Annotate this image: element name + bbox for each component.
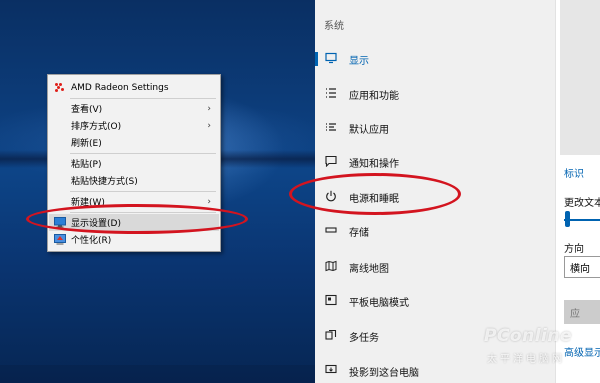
menu-item-refresh[interactable]: 刷新(E) [49,134,219,151]
tablet-icon [324,293,338,307]
desktop-bottom-shade [0,365,315,383]
nav-item-label: 离线地图 [349,263,389,275]
orientation-value: 横向 [570,263,590,275]
nav-item-label: 显示 [349,55,369,67]
project-icon [324,363,338,377]
menu-item-label: 粘贴(P) [71,160,102,170]
menu-item-label: 个性化(R) [71,236,112,246]
menu-item-sort[interactable]: 排序方式(O) › [49,117,219,134]
watermark-brand: PConline [484,326,573,346]
nav-item-label: 默认应用 [349,124,389,136]
nav-item-label: 存储 [349,227,369,239]
nav-item-label: 投影到这台电脑 [349,367,419,379]
menu-item-label: AMD Radeon Settings [71,82,169,93]
apply-button-label: 应 [570,308,580,320]
menu-separator [70,153,216,154]
amd-icon [55,83,65,93]
nav-item-label: 多任务 [349,332,379,344]
orientation-select[interactable]: 横向 [564,256,600,278]
nav-item-display[interactable]: 显示 [315,48,555,70]
list-icon [324,120,338,134]
menu-item-label: 查看(V) [71,105,103,115]
watermark-subtitle: 太平洋电脑网 [487,354,565,365]
menu-item-view[interactable]: 查看(V) › [49,100,219,117]
menu-item-paste[interactable]: 粘贴(P) [49,155,219,172]
list-icon [324,86,338,100]
nav-item-notifications[interactable]: 通知和操作 [315,151,555,173]
settings-heading: 系统 [324,21,344,32]
menu-separator [70,98,216,99]
multitask-icon [324,328,338,342]
nav-item-label: 应用和功能 [349,90,399,102]
menu-item-amd-radeon-settings[interactable]: AMD Radeon Settings [49,79,219,96]
map-icon [324,259,338,273]
annotation-oval-power-sleep [289,173,461,215]
nav-item-apps-features[interactable]: 应用和功能 [315,83,555,105]
text-size-slider-thumb[interactable] [565,211,570,227]
menu-item-label: 粘贴快捷方式(S) [71,177,138,187]
submenu-arrow-icon: › [207,120,211,131]
annotation-oval-display-settings [26,204,248,234]
chat-icon [324,154,338,168]
pconline-watermark: PConline 太平洋电脑网 [484,326,600,383]
nav-item-tablet-mode[interactable]: 平板电脑模式 [315,290,555,312]
apply-button[interactable]: 应 [564,300,600,324]
nav-item-label: 平板电脑模式 [349,297,409,309]
menu-item-label: 刷新(E) [71,139,102,149]
personalize-icon [54,234,66,245]
identify-link[interactable]: 标识 [564,165,584,180]
menu-item-label: 排序方式(O) [71,122,122,132]
nav-item-label: 通知和操作 [349,158,399,170]
display-preview [560,0,600,155]
submenu-arrow-icon: › [207,103,211,114]
change-text-size-label: 更改文本 [564,198,600,209]
nav-item-default-apps[interactable]: 默认应用 [315,117,555,139]
monitor-icon [324,51,338,65]
menu-item-paste-shortcut[interactable]: 粘贴快捷方式(S) [49,172,219,189]
orientation-label: 方向 [564,244,584,255]
menu-separator [70,191,216,192]
nav-item-storage[interactable]: 存储 [315,220,555,242]
nav-item-offline-maps[interactable]: 离线地图 [315,256,555,278]
submenu-arrow-icon: › [207,196,211,207]
drive-icon [324,223,338,237]
